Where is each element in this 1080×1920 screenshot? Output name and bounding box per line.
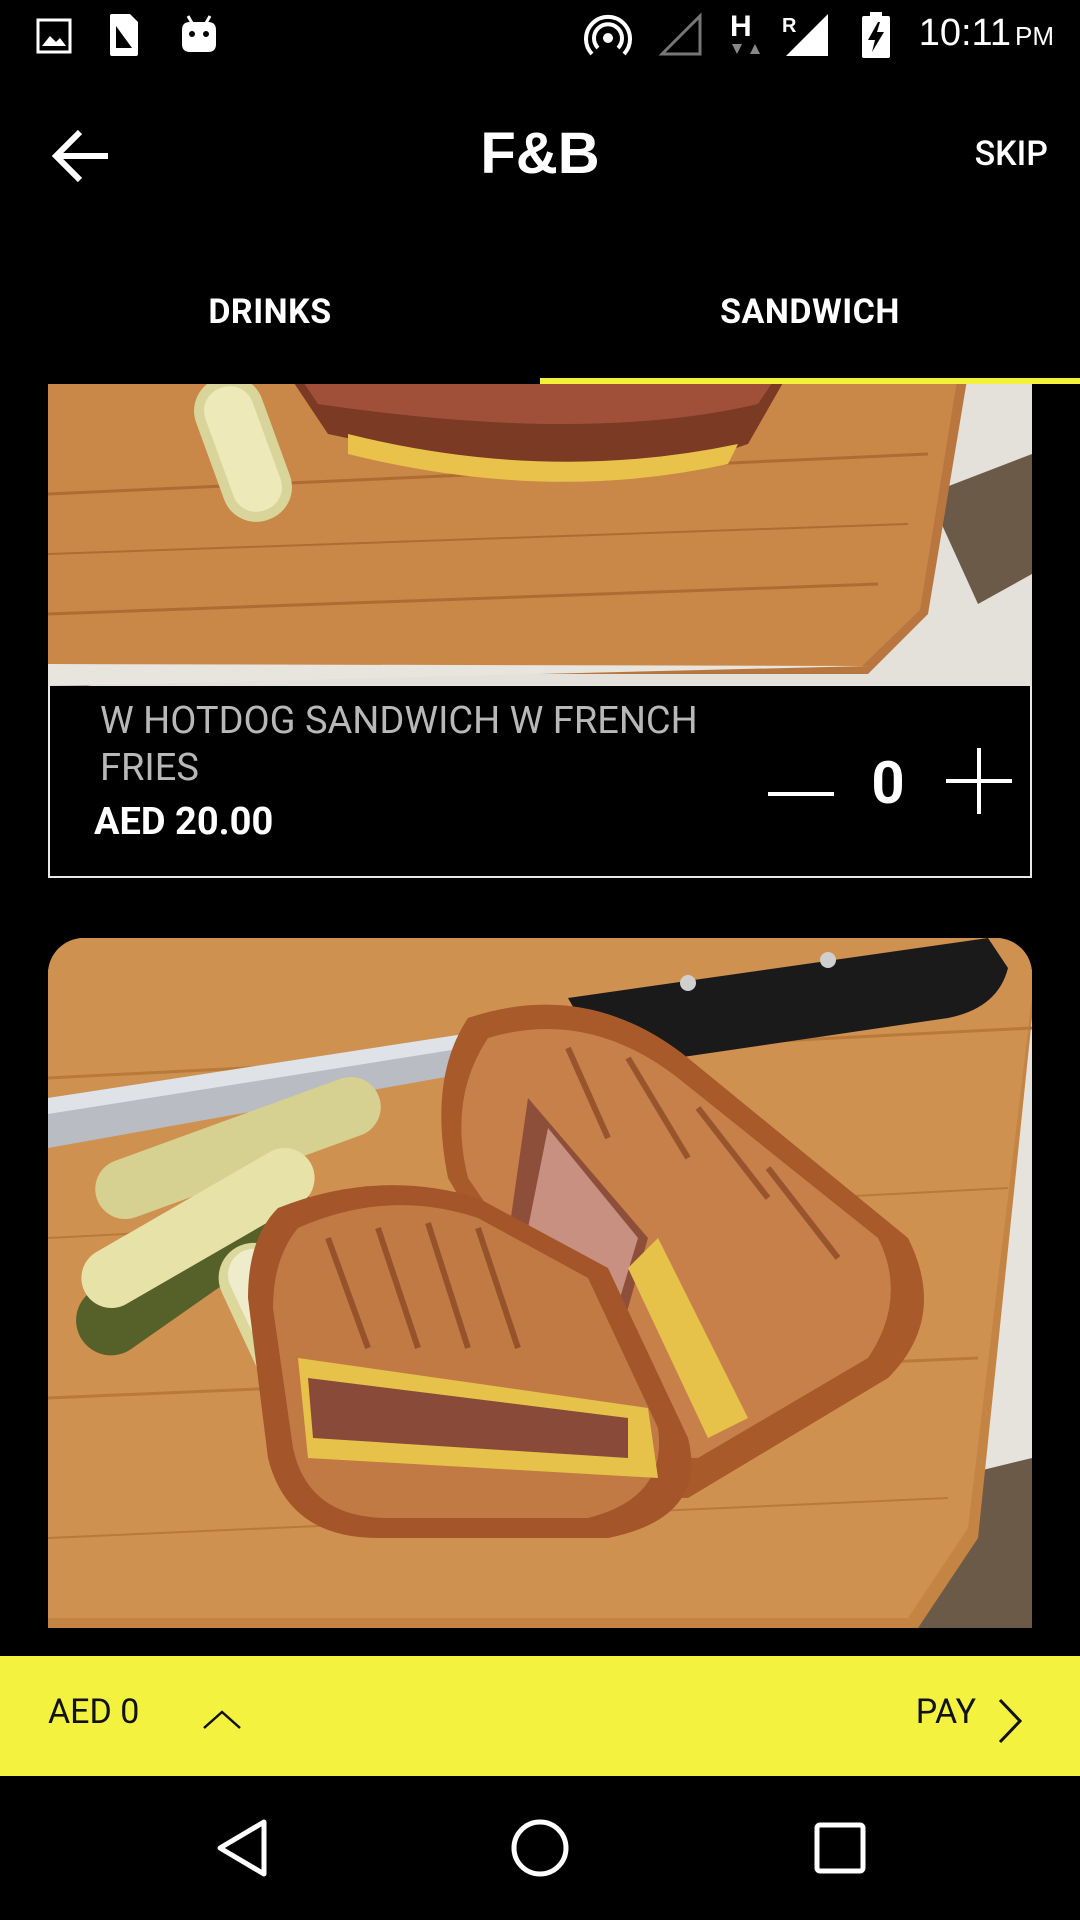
back-triangle-icon — [217, 1819, 267, 1877]
pay-button[interactable]: PAY — [916, 1692, 976, 1732]
status-bar: H R 10:11 PM — [0, 0, 1080, 72]
ampm-text: PM — [1015, 21, 1054, 51]
tab-bar: DRINKS SANDWICH — [0, 240, 1080, 384]
page-title: F&B — [480, 121, 600, 186]
time-text: 10:11 — [918, 12, 1011, 54]
item-price: AED 20.00 — [94, 800, 274, 844]
menu-item-info: W HOTDOG SANDWICH W FRENCH FRIES AED 20.… — [48, 686, 1032, 878]
item-name: W HOTDOG SANDWICH W FRENCH FRIES — [100, 699, 698, 790]
chevron-right-icon[interactable] — [994, 1696, 1026, 1746]
h-data-icon: H — [730, 10, 760, 54]
image-icon — [36, 18, 72, 54]
sim-card-icon — [110, 14, 138, 56]
nav-home-button[interactable] — [440, 1776, 640, 1920]
tab-sandwich[interactable]: SANDWICH — [540, 240, 1080, 384]
skip-button[interactable]: SKIP — [975, 134, 1048, 174]
status-time: 10:11 PM — [919, 12, 1054, 55]
hotspot-icon — [584, 14, 632, 56]
item-quantity: 0 — [871, 750, 905, 818]
svg-text:H: H — [730, 10, 752, 43]
chevron-up-icon[interactable] — [200, 1706, 244, 1732]
android-icon — [182, 15, 216, 52]
sandwich-image — [48, 384, 1032, 686]
roaming-signal-icon: R — [782, 14, 828, 56]
svg-text:R: R — [782, 15, 797, 37]
nav-recents-button[interactable] — [740, 1776, 940, 1920]
home-circle-icon — [511, 1819, 569, 1877]
menu-item-card: W HOTDOG SANDWICH W FRENCH FRIES AED 20.… — [48, 384, 1032, 878]
menu-item-card — [48, 938, 1032, 1628]
app-bar: F&B SKIP — [0, 72, 1080, 240]
sandwich-image — [48, 938, 1032, 1628]
increase-quantity-button[interactable] — [946, 748, 1012, 814]
system-nav-bar — [0, 1776, 1080, 1920]
no-signal-icon — [658, 12, 702, 56]
cart-summary-bar: AED 0 PAY — [0, 1656, 1080, 1776]
recents-square-icon — [814, 1822, 866, 1874]
menu-list[interactable]: W HOTDOG SANDWICH W FRENCH FRIES AED 20.… — [0, 384, 1080, 1656]
nav-back-button[interactable] — [142, 1776, 342, 1920]
cart-total: AED 0 — [48, 1692, 140, 1732]
decrease-quantity-button[interactable] — [768, 780, 834, 810]
battery-charging-icon — [862, 12, 890, 58]
tab-drinks[interactable]: DRINKS — [0, 240, 540, 384]
